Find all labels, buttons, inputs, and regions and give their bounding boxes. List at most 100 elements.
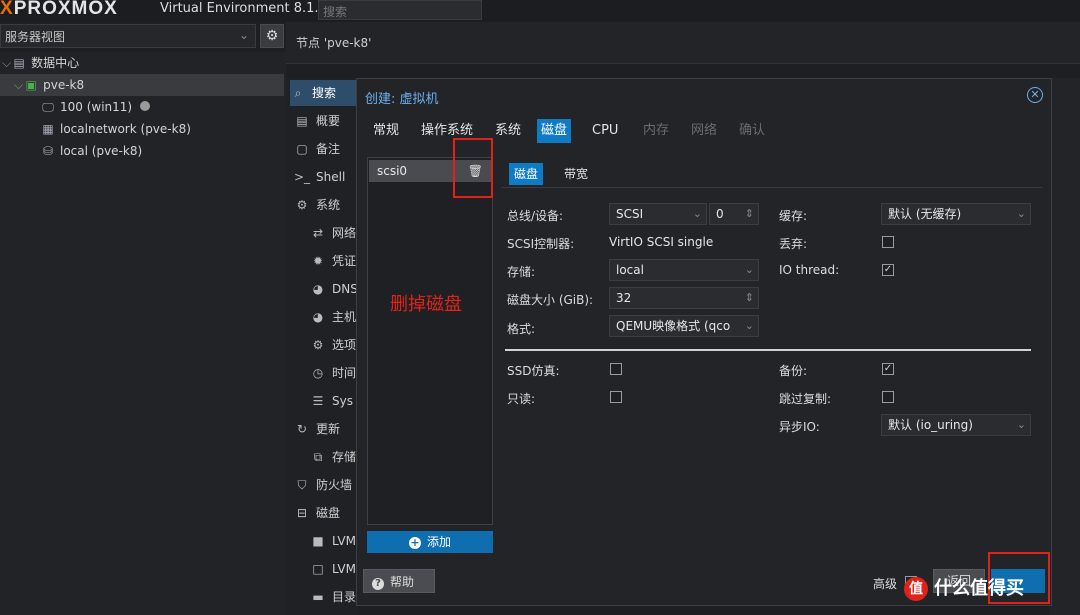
tab-disks[interactable]: 磁盘 bbox=[537, 119, 572, 143]
tree-item-datacenter[interactable]: ⌵ ▤ 数据中心 bbox=[0, 52, 286, 74]
shield-icon: ⛉ bbox=[297, 478, 307, 492]
bus-select[interactable]: SCSI ⌄ bbox=[609, 203, 707, 225]
tree-item-network[interactable]: ▦ localnetwork (pve-k8) bbox=[40, 118, 191, 140]
node-header bbox=[286, 22, 1080, 64]
menu-label: 存储 bbox=[332, 450, 357, 464]
disk-name: scsi0 bbox=[377, 164, 408, 178]
menu-item-options[interactable]: ⚙ 选项 bbox=[310, 332, 358, 358]
create-vm-dialog: 创建: 虚拟机 ✕ 常规 操作系统 系统 磁盘 CPU 内存 网络 确认 scs… bbox=[356, 78, 1052, 606]
menu-label: 网络 bbox=[332, 226, 357, 240]
menu-item-system[interactable]: ⚙ 系统 bbox=[294, 192, 358, 218]
menu-item-updates[interactable]: ↻ 更新 bbox=[294, 416, 358, 442]
backup-checkbox[interactable]: ✓ bbox=[882, 363, 894, 375]
menu-item-syslog[interactable]: ☰ Sys bbox=[310, 388, 358, 414]
expand-icon: ⌵ bbox=[2, 56, 12, 70]
advanced-label: 高级 bbox=[873, 577, 898, 591]
disk-list: scsi0 🗑 删掉磁盘 bbox=[367, 157, 493, 525]
subtab-bandwidth[interactable]: 带宽 bbox=[559, 163, 593, 185]
chevron-down-icon: ⌄ bbox=[1016, 418, 1026, 431]
cert-icon: ✹ bbox=[312, 254, 324, 268]
ssd-checkbox[interactable] bbox=[610, 363, 622, 375]
close-icon[interactable]: ✕ bbox=[1027, 87, 1043, 103]
server-icon: ▣ bbox=[25, 78, 37, 92]
server-view-label: 服务器视图 bbox=[5, 30, 66, 44]
controller-value: VirtIO SCSI single bbox=[609, 235, 714, 249]
menu-label: 主机 bbox=[332, 310, 357, 324]
menu-item-repositories[interactable]: ⧉ 存储 bbox=[310, 444, 358, 470]
folder-icon: ▬ bbox=[312, 590, 324, 604]
menu-item-shell[interactable]: >_ Shell bbox=[294, 164, 358, 190]
menu-label: Shell bbox=[316, 170, 346, 184]
menu-item-firewall[interactable]: ⛉ 防火墙 bbox=[294, 472, 358, 498]
menu-item-time[interactable]: ◷ 时间 bbox=[310, 360, 358, 386]
menu-item-network[interactable]: ⇄ 网络 bbox=[310, 220, 358, 246]
tab-general[interactable]: 常规 bbox=[369, 119, 403, 143]
cache-value: 默认 (无缓存) bbox=[888, 207, 962, 221]
discard-checkbox[interactable] bbox=[882, 236, 894, 248]
menu-label: 防火墙 bbox=[316, 478, 353, 492]
tree-label: 数据中心 bbox=[31, 56, 80, 70]
menu-item-directory[interactable]: ▬ 目录 bbox=[310, 584, 358, 610]
menu-item-certificates[interactable]: ✹ 凭证 bbox=[310, 248, 358, 274]
section-divider bbox=[505, 349, 1031, 351]
help-label: 帮助 bbox=[390, 575, 415, 589]
tab-memory: 内存 bbox=[643, 123, 670, 138]
search-icon: ⌕ bbox=[294, 86, 302, 100]
globe-icon: ◕ bbox=[312, 310, 324, 324]
tab-system[interactable]: 系统 bbox=[491, 119, 525, 143]
dialog-title: 创建: 虚拟机 bbox=[365, 92, 439, 107]
storage-select[interactable]: local ⌄ bbox=[609, 259, 759, 281]
help-button[interactable]: ? 帮助 bbox=[363, 569, 435, 593]
readonly-checkbox[interactable] bbox=[610, 391, 622, 403]
skip-replication-checkbox[interactable] bbox=[882, 391, 894, 403]
bus-value: SCSI bbox=[616, 207, 644, 221]
grid-icon: ▦ bbox=[42, 122, 54, 136]
tree-item-node[interactable]: ⌵ ▣ pve-k8 bbox=[0, 74, 284, 96]
tree-item-storage[interactable]: ⛁ local (pve-k8) bbox=[40, 140, 142, 162]
add-disk-button[interactable]: + 添加 bbox=[367, 531, 493, 553]
tab-cpu[interactable]: CPU bbox=[588, 119, 622, 143]
square-outline-icon: □ bbox=[312, 562, 324, 576]
menu-item-hosts[interactable]: ◕ 主机 bbox=[310, 304, 358, 330]
disk-size-value: 32 bbox=[616, 291, 632, 305]
proxmox-logo[interactable]: XPROXMOX bbox=[0, 0, 118, 20]
copy-icon: ⧉ bbox=[313, 450, 323, 464]
clock-icon: ◷ bbox=[312, 366, 324, 380]
menu-item-notes[interactable]: ▢ 备注 bbox=[294, 136, 358, 162]
search-input[interactable]: 搜索 bbox=[318, 0, 482, 20]
gears-icon: ⚙ bbox=[296, 198, 308, 212]
menu-label: 时间 bbox=[332, 366, 357, 380]
menu-label: LVM bbox=[332, 534, 356, 548]
readonly-label: 只读: bbox=[507, 392, 536, 406]
menu-item-dns[interactable]: ◕ DNS bbox=[310, 276, 358, 302]
subtab-disk[interactable]: 磁盘 bbox=[509, 163, 544, 185]
menu-item-lvm[interactable]: ■ LVM bbox=[310, 528, 358, 554]
disk-size-spinner[interactable]: 32 ⇕ bbox=[609, 287, 759, 309]
cache-select[interactable]: 默认 (无缓存) ⌄ bbox=[881, 203, 1031, 225]
tree-label: localnetwork (pve-k8) bbox=[60, 122, 191, 136]
skip-replication-label: 跳过复制: bbox=[779, 392, 832, 406]
watermark-logo-icon: 值 bbox=[904, 577, 928, 601]
disk-size-label: 磁盘大小 (GiB): bbox=[507, 293, 594, 307]
menu-item-summary[interactable]: ▤ 概要 bbox=[294, 108, 358, 134]
menu-label: Sys bbox=[332, 394, 353, 408]
terminal-icon: >_ bbox=[294, 170, 311, 184]
storage-icon: ⛁ bbox=[42, 144, 54, 158]
chevron-down-icon: ⌄ bbox=[238, 28, 249, 42]
menu-item-disks[interactable]: ⊟ 磁盘 bbox=[294, 500, 358, 526]
menu-label: 备注 bbox=[316, 142, 341, 156]
view-settings-gear-icon[interactable]: ⚙ bbox=[260, 24, 284, 48]
iothread-checkbox[interactable]: ✓ bbox=[882, 264, 894, 276]
watermark-text: 什么值得买 bbox=[934, 578, 1024, 599]
async-io-select[interactable]: 默认 (io_uring) ⌄ bbox=[881, 414, 1031, 436]
menu-item-search[interactable]: ⌕ 搜索 bbox=[290, 80, 356, 106]
server-view-select[interactable]: 服务器视图 ⌄ bbox=[0, 24, 256, 48]
tree-item-vm[interactable]: 🖵 100 (win11) bbox=[40, 96, 150, 118]
menu-label: 凭证 bbox=[332, 254, 357, 268]
device-index-spinner[interactable]: 0 ⇕ bbox=[709, 203, 759, 225]
square-icon: ■ bbox=[312, 534, 324, 548]
format-select[interactable]: QEMU映像格式 (qco ⌄ bbox=[609, 315, 759, 337]
storage-label: 存储: bbox=[507, 265, 536, 279]
content-edge bbox=[1050, 78, 1080, 615]
menu-item-lvm-thin[interactable]: □ LVM bbox=[310, 556, 358, 582]
